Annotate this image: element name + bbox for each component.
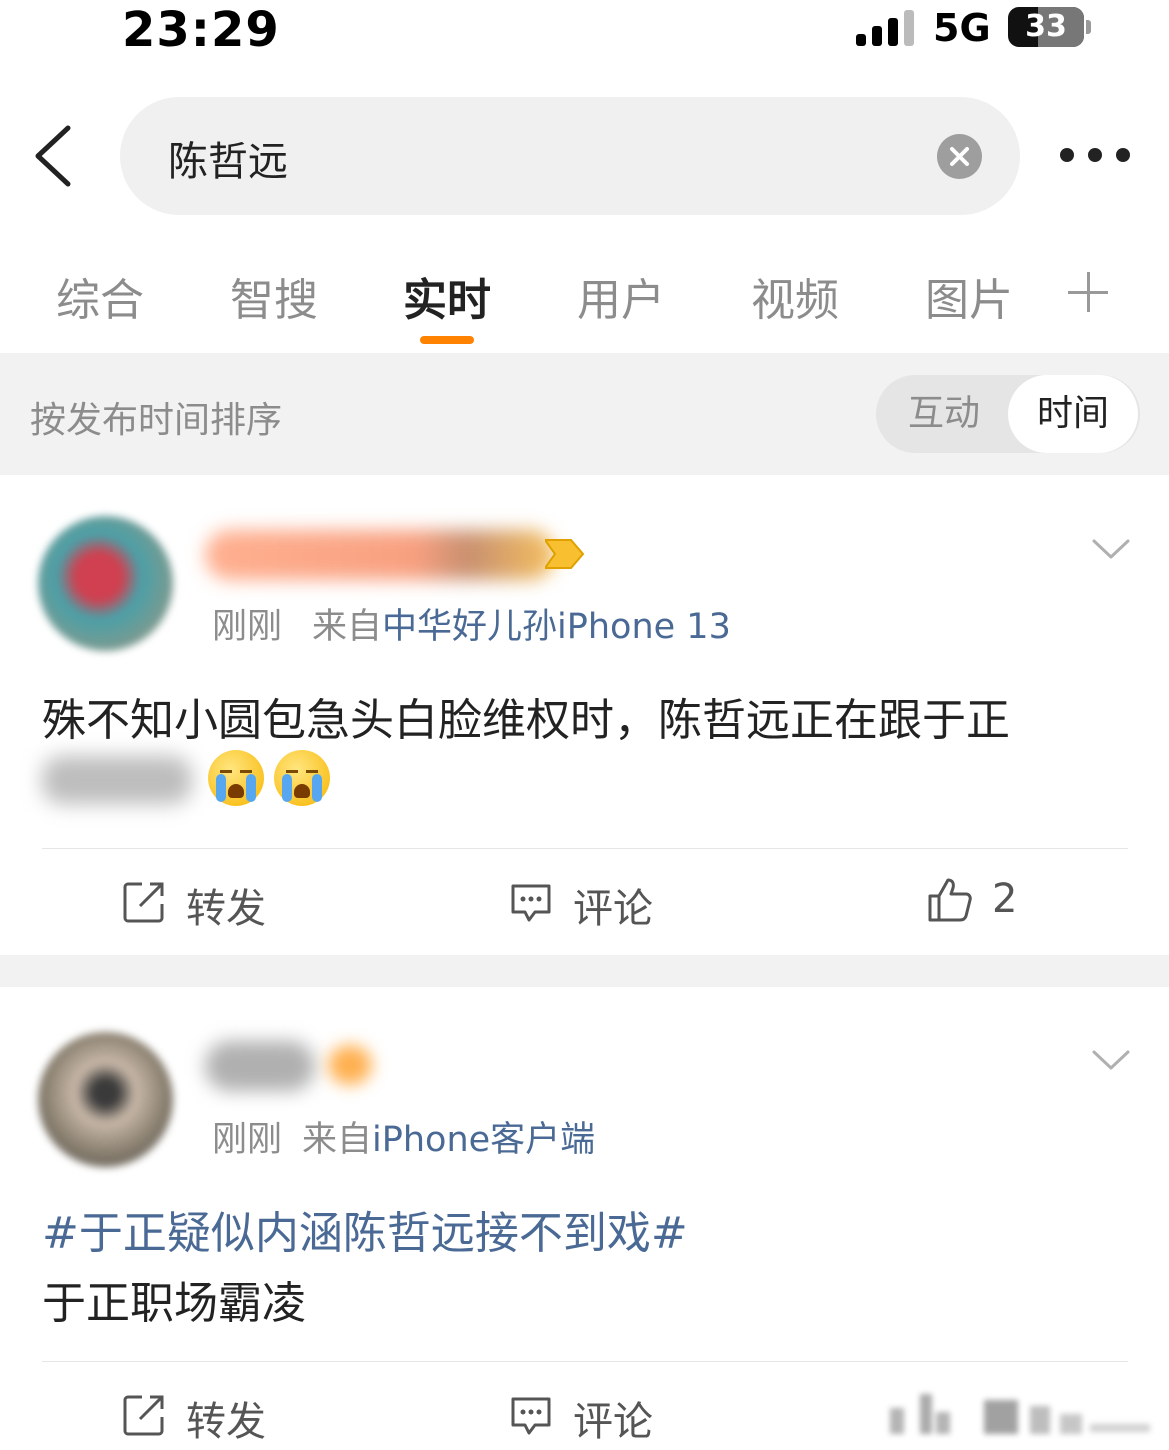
signal-icon — [856, 10, 914, 46]
repost-button[interactable]: 转发 — [122, 874, 282, 932]
chevron-down-icon[interactable] — [1092, 538, 1130, 560]
comment-label: 评论 — [573, 1399, 653, 1445]
comment-icon — [511, 1397, 551, 1435]
avatar[interactable] — [38, 516, 173, 651]
tab-users[interactable]: 用户 — [577, 264, 665, 328]
clear-icon[interactable] — [937, 134, 982, 179]
sort-toggle[interactable]: 互动 时间 — [876, 375, 1140, 453]
tab-comprehensive[interactable]: 综合 — [56, 264, 144, 328]
user-badge-icon — [328, 1045, 372, 1085]
chevron-down-icon[interactable] — [1092, 1049, 1130, 1071]
battery-tip — [1086, 20, 1091, 34]
battery-level: 33 — [1025, 9, 1067, 44]
post-text[interactable]: 于正职场霸凌 — [42, 1267, 306, 1331]
username-blurred[interactable] — [205, 1041, 315, 1091]
post-meta: 刚刚 来自iPhone客户端 — [212, 1111, 595, 1162]
share-icon — [123, 1395, 164, 1436]
network-type: 5G — [933, 6, 991, 50]
add-tab-icon[interactable] — [1066, 270, 1110, 314]
repost-button[interactable]: 转发 — [122, 1387, 282, 1445]
more-icon[interactable] — [1058, 140, 1132, 170]
tab-smart-search[interactable]: 智搜 — [230, 264, 318, 328]
post-card[interactable]: 刚刚 来自中华好儿孙iPhone 13 殊不知小圆包急头白脸维权时，陈哲远正在跟于… — [0, 476, 1169, 955]
search-input[interactable]: 陈哲远 — [120, 97, 1020, 215]
sort-label: 按发布时间排序 — [30, 400, 283, 441]
divider — [42, 848, 1128, 849]
comment-button[interactable]: 评论 — [509, 1387, 669, 1445]
post-source-prefix: 来自 — [302, 1120, 373, 1160]
crying-face-icon — [208, 750, 264, 806]
battery-icon: 33 — [1008, 7, 1084, 47]
avatar[interactable] — [38, 1032, 173, 1167]
active-tab-indicator — [420, 336, 474, 344]
repost-label: 转发 — [186, 886, 266, 932]
post-time: 刚刚 — [212, 607, 283, 647]
post-time: 刚刚 — [212, 1120, 283, 1160]
comment-label: 评论 — [573, 886, 653, 932]
sort-option-interaction[interactable]: 互动 — [908, 375, 980, 453]
comment-button[interactable]: 评论 — [509, 874, 669, 932]
username-blurred[interactable] — [205, 530, 555, 580]
like-button[interactable]: 2 — [926, 874, 1036, 930]
comment-icon — [511, 884, 551, 922]
repost-label: 转发 — [186, 1399, 266, 1445]
status-time: 23:29 — [122, 2, 280, 58]
watermark — [880, 1388, 1160, 1438]
post-source-prefix: 来自 — [312, 607, 383, 647]
tab-videos[interactable]: 视频 — [751, 264, 839, 328]
post-source[interactable]: 中华好儿孙iPhone 13 — [382, 607, 731, 647]
sort-option-time[interactable]: 时间 — [1008, 375, 1138, 453]
tab-realtime[interactable]: 实时 — [403, 264, 491, 328]
divider — [42, 1361, 1128, 1362]
tab-images[interactable]: 图片 — [925, 264, 1013, 328]
vip-badge-icon — [543, 536, 585, 572]
search-query[interactable]: 陈哲远 — [168, 129, 288, 187]
sort-bar: 按发布时间排序 互动 时间 — [0, 353, 1169, 475]
post-source[interactable]: iPhone客户端 — [372, 1120, 595, 1160]
like-count: 2 — [992, 876, 1018, 922]
blurred-text — [42, 756, 192, 804]
crying-face-icon — [274, 750, 330, 806]
post-text[interactable]: 殊不知小圆包急头白脸维权时，陈哲远正在跟于正 — [42, 684, 1010, 748]
post-separator — [0, 955, 1169, 987]
post-topic-link[interactable]: #于正疑似内涵陈哲远接不到戏# — [42, 1197, 688, 1261]
post-meta: 刚刚 来自中华好儿孙iPhone 13 — [212, 598, 731, 649]
thumbs-up-icon — [928, 878, 972, 922]
post-card[interactable]: 刚刚 来自iPhone客户端 #于正疑似内涵陈哲远接不到戏# 于正职场霸凌 转发 … — [0, 987, 1169, 1450]
share-icon — [123, 882, 164, 923]
chevron-left-icon[interactable] — [30, 124, 80, 188]
status-bar: 23:29 5G 33 — [0, 0, 1169, 60]
